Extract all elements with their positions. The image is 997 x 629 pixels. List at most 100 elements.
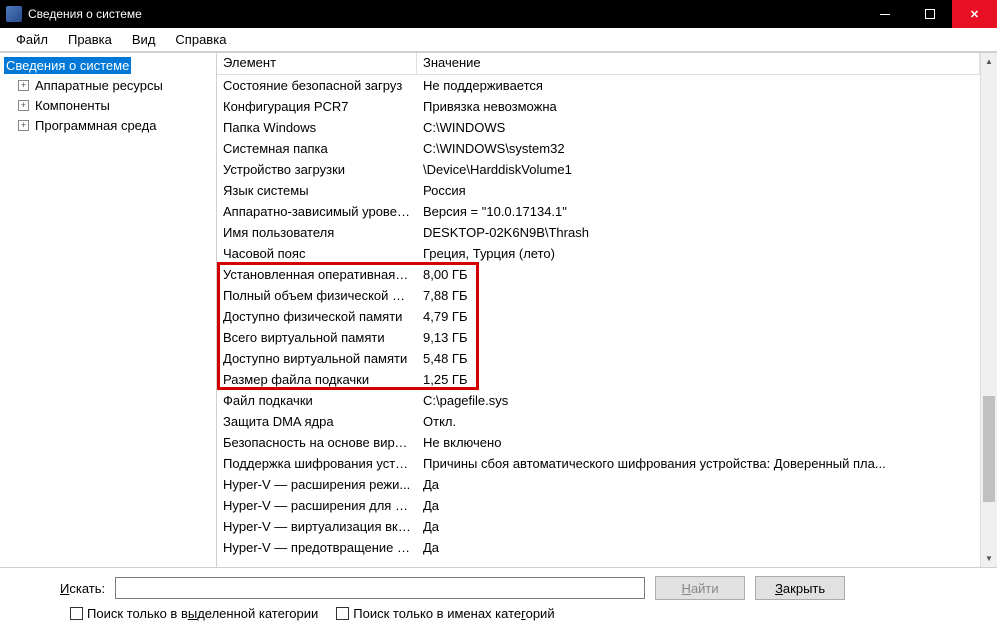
cell-value: Откл.: [417, 414, 980, 429]
cell-element: Размер файла подкачки: [217, 372, 417, 387]
table-row[interactable]: Hyper-V — расширения режи...Да: [217, 474, 980, 495]
menu-edit[interactable]: Правка: [60, 30, 120, 49]
cell-element: Устройство загрузки: [217, 162, 417, 177]
cell-element: Безопасность на основе вирту...: [217, 435, 417, 450]
table-row[interactable]: Конфигурация PCR7Привязка невозможна: [217, 96, 980, 117]
search-bar: Искать: Найти Закрыть Поиск только в выд…: [0, 567, 997, 629]
expand-icon[interactable]: +: [18, 80, 29, 91]
cell-element: Поддержка шифрования устр...: [217, 456, 417, 471]
search-label: Искать:: [60, 581, 105, 596]
cell-value: 8,00 ГБ: [417, 267, 980, 282]
table-row[interactable]: Устройство загрузки\Device\HarddiskVolum…: [217, 159, 980, 180]
table-row[interactable]: Язык системыРоссия: [217, 180, 980, 201]
cell-value: Да: [417, 498, 980, 513]
cell-element: Hyper-V — расширения режи...: [217, 477, 417, 492]
cell-value: Да: [417, 519, 980, 534]
maximize-button[interactable]: [907, 0, 952, 28]
table-row[interactable]: Hyper-V — расширения для п...Да: [217, 495, 980, 516]
cell-element: Hyper-V — предотвращение в...: [217, 540, 417, 555]
scroll-thumb[interactable]: [983, 396, 995, 502]
find-button[interactable]: Найти: [655, 576, 745, 600]
menu-file[interactable]: Файл: [8, 30, 56, 49]
checkbox-label: Поиск только в именах категорий: [353, 606, 554, 621]
list-pane: Элемент Значение Состояние безопасной за…: [217, 53, 997, 567]
cell-value: 7,88 ГБ: [417, 288, 980, 303]
table-row[interactable]: Безопасность на основе вирту...Не включе…: [217, 432, 980, 453]
menu-view[interactable]: Вид: [124, 30, 164, 49]
table-row[interactable]: Поддержка шифрования устр...Причины сбоя…: [217, 453, 980, 474]
tree-node-hardware[interactable]: + Аппаратные ресурсы: [0, 75, 216, 95]
vertical-scrollbar[interactable]: ▲ ▼: [980, 53, 997, 567]
tree-node-components[interactable]: + Компоненты: [0, 95, 216, 115]
cell-element: Конфигурация PCR7: [217, 99, 417, 114]
list-header[interactable]: Элемент Значение: [217, 53, 980, 75]
table-row[interactable]: Hyper-V — виртуализация вкл...Да: [217, 516, 980, 537]
table-row[interactable]: Полный объем физической па...7,88 ГБ: [217, 285, 980, 306]
table-row[interactable]: Установленная оперативная п...8,00 ГБ: [217, 264, 980, 285]
table-row[interactable]: Имя пользователяDESKTOP-02K6N9B\Thrash: [217, 222, 980, 243]
tree-pane[interactable]: Сведения о системе + Аппаратные ресурсы …: [0, 53, 217, 567]
scroll-down-icon[interactable]: ▼: [981, 550, 997, 567]
checkbox-label: Поиск только в выделенной категории: [87, 606, 318, 621]
table-row[interactable]: Часовой поясГреция, Турция (лето): [217, 243, 980, 264]
table-row[interactable]: Защита DMA ядраОткл.: [217, 411, 980, 432]
table-row[interactable]: Системная папкаC:\WINDOWS\system32: [217, 138, 980, 159]
cell-element: Файл подкачки: [217, 393, 417, 408]
cell-value: Россия: [417, 183, 980, 198]
table-row[interactable]: Доступно физической памяти4,79 ГБ: [217, 306, 980, 327]
scroll-track[interactable]: [981, 70, 997, 550]
cell-element: Системная папка: [217, 141, 417, 156]
minimize-button[interactable]: [862, 0, 907, 28]
table-row[interactable]: Аппаратно-зависимый уровен...Версия = "1…: [217, 201, 980, 222]
search-input[interactable]: [115, 577, 645, 599]
tree-label-components: Компоненты: [33, 97, 112, 114]
cell-value: DESKTOP-02K6N9B\Thrash: [417, 225, 980, 240]
cell-element: Состояние безопасной загруз: [217, 78, 417, 93]
tree-node-software[interactable]: + Программная среда: [0, 115, 216, 135]
window-title: Сведения о системе: [28, 7, 862, 21]
cell-element: Часовой пояс: [217, 246, 417, 261]
close-button[interactable]: ✕: [952, 0, 997, 28]
cell-element: Защита DMA ядра: [217, 414, 417, 429]
cell-element: Полный объем физической па...: [217, 288, 417, 303]
close-search-button[interactable]: Закрыть: [755, 576, 845, 600]
checkbox-category-names[interactable]: Поиск только в именах категорий: [336, 606, 554, 621]
cell-value: Причины сбоя автоматического шифрования …: [417, 456, 980, 471]
checkbox-selected-category[interactable]: Поиск только в выделенной категории: [70, 606, 318, 621]
cell-value: \Device\HarddiskVolume1: [417, 162, 980, 177]
header-element[interactable]: Элемент: [217, 53, 417, 74]
cell-value: Не включено: [417, 435, 980, 450]
list-body[interactable]: Состояние безопасной загрузНе поддержива…: [217, 75, 980, 558]
cell-element: Папка Windows: [217, 120, 417, 135]
expand-icon[interactable]: +: [18, 120, 29, 131]
cell-value: C:\pagefile.sys: [417, 393, 980, 408]
table-row[interactable]: Файл подкачкиC:\pagefile.sys: [217, 390, 980, 411]
cell-value: Да: [417, 477, 980, 492]
cell-value: 4,79 ГБ: [417, 309, 980, 324]
table-row[interactable]: Размер файла подкачки1,25 ГБ: [217, 369, 980, 390]
cell-value: 1,25 ГБ: [417, 372, 980, 387]
cell-element: Всего виртуальной памяти: [217, 330, 417, 345]
checkbox-icon: [336, 607, 349, 620]
cell-value: Привязка невозможна: [417, 99, 980, 114]
expand-icon[interactable]: +: [18, 100, 29, 111]
cell-value: Греция, Турция (лето): [417, 246, 980, 261]
cell-element: Hyper-V — виртуализация вкл...: [217, 519, 417, 534]
menu-help[interactable]: Справка: [167, 30, 234, 49]
table-row[interactable]: Hyper-V — предотвращение в...Да: [217, 537, 980, 558]
titlebar: Сведения о системе ✕: [0, 0, 997, 28]
table-row[interactable]: Доступно виртуальной памяти5,48 ГБ: [217, 348, 980, 369]
tree-label-software: Программная среда: [33, 117, 158, 134]
cell-element: Hyper-V — расширения для п...: [217, 498, 417, 513]
cell-value: 5,48 ГБ: [417, 351, 980, 366]
tree-root[interactable]: Сведения о системе: [0, 55, 216, 75]
cell-element: Установленная оперативная п...: [217, 267, 417, 282]
scroll-up-icon[interactable]: ▲: [981, 53, 997, 70]
header-value[interactable]: Значение: [417, 53, 980, 74]
cell-value: 9,13 ГБ: [417, 330, 980, 345]
table-row[interactable]: Состояние безопасной загрузНе поддержива…: [217, 75, 980, 96]
table-row[interactable]: Папка WindowsC:\WINDOWS: [217, 117, 980, 138]
table-row[interactable]: Всего виртуальной памяти9,13 ГБ: [217, 327, 980, 348]
cell-element: Язык системы: [217, 183, 417, 198]
cell-value: Не поддерживается: [417, 78, 980, 93]
